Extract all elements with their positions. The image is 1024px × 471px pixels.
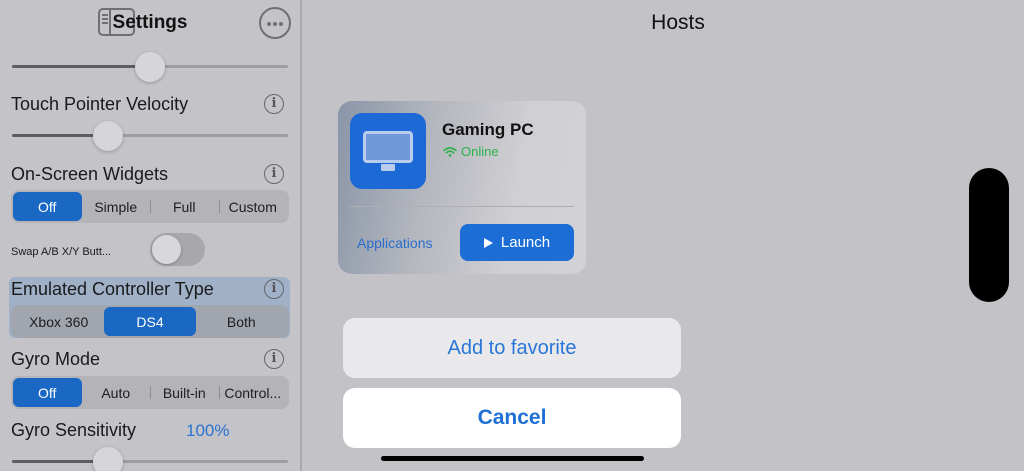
segment-custom[interactable]: Custom [218,192,288,221]
cancel-button[interactable]: Cancel [343,388,681,448]
page-title: Hosts [651,11,705,34]
info-icon[interactable]: i [264,349,284,369]
setting-slider-top[interactable] [12,52,288,82]
segment-controller[interactable]: Control... [218,378,288,407]
gyro-sensitivity-label: Gyro Sensitivity [11,420,137,440]
gyro-mode-label: Gyro Mode [11,349,101,369]
segment-simple[interactable]: Simple [82,192,151,221]
card-divider [350,206,574,207]
gyro-sensitivity-value: 100% [186,421,230,440]
segment-both[interactable]: Both [196,307,287,336]
touch-pointer-velocity-label: Touch Pointer Velocity [11,94,189,114]
settings-sidebar: Settings Touch Pointer Velocity i On-Scr… [0,0,301,471]
play-icon [483,237,493,248]
side-drag-handle[interactable] [969,168,1009,302]
host-card[interactable]: Gaming PC Online Applications Launch [338,101,586,274]
wifi-icon [443,146,457,157]
slider-thumb[interactable] [135,52,165,82]
controller-type-segmented-control: Xbox 360 DS4 Both [11,305,289,338]
segment-ds4[interactable]: DS4 [104,307,196,336]
split-divider [300,0,302,471]
touch-pointer-velocity-slider[interactable] [12,121,288,151]
home-indicator[interactable] [381,456,644,461]
launch-label: Launch [500,234,551,251]
monitor-icon [350,113,426,189]
host-name: Gaming PC [442,120,534,139]
segment-off[interactable]: Off [13,192,82,221]
segment-built-in[interactable]: Built-in [150,378,219,407]
host-status: Online [443,144,499,159]
gyro-sensitivity-slider[interactable] [12,447,288,471]
controller-type-label: Emulated Controller Type [11,279,214,299]
info-icon[interactable]: i [264,94,284,114]
gyro-mode-segmented-control: Off Auto Built-in Control... [11,376,289,409]
sidebar-title: Settings [112,12,188,33]
swap-buttons-label: Swap A/B X/Y Butt... [11,246,112,258]
onscreen-widgets-segmented-control: Off Simple Full Custom [11,190,289,223]
launch-button[interactable]: Launch [460,224,574,261]
more-options-icon[interactable] [259,7,291,39]
info-icon[interactable]: i [264,164,284,184]
segment-xbox360[interactable]: Xbox 360 [13,307,104,336]
onscreen-widgets-label: On-Screen Widgets [11,164,169,184]
slider-thumb[interactable] [93,121,123,151]
segment-full[interactable]: Full [150,192,219,221]
toggle-knob [152,235,181,264]
add-to-favorite-button[interactable]: Add to favorite [343,318,681,378]
segment-auto[interactable]: Auto [82,378,151,407]
sidebar-header: Settings [0,0,300,46]
applications-link[interactable]: Applications [357,235,433,251]
slider-thumb[interactable] [93,447,123,471]
host-status-text: Online [461,144,499,159]
swap-buttons-toggle[interactable] [150,233,205,266]
segment-off[interactable]: Off [13,378,82,407]
info-icon[interactable]: i [264,279,284,299]
